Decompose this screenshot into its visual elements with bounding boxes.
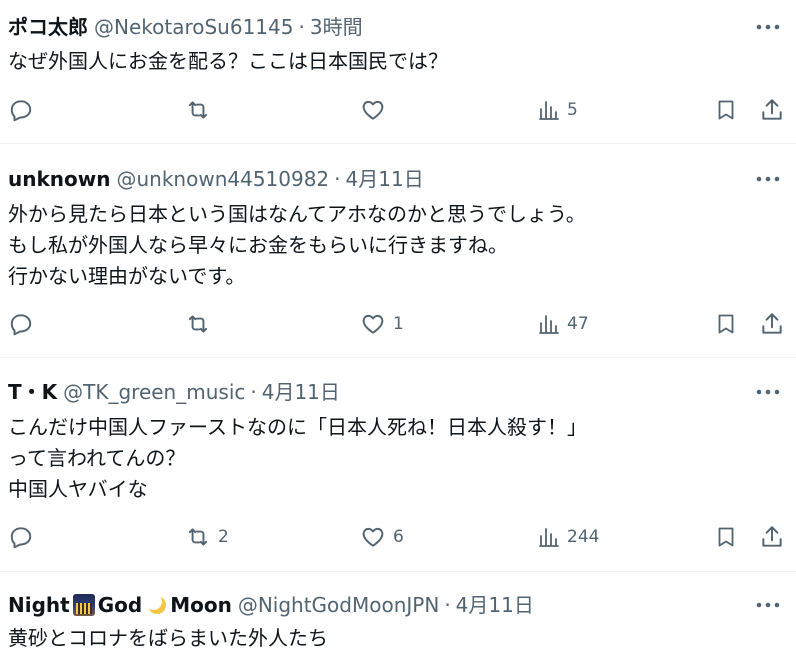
tweet[interactable]: unknown @unknown44510982 · 4月11日 外から見たら日… <box>0 144 796 358</box>
view-count: 47 <box>567 314 589 334</box>
share-button[interactable] <box>759 522 785 552</box>
reply-feed: ポコ太郎 @NekotaroSu61145 · 3時間 なぜ外国人にお金を配る？… <box>0 0 796 659</box>
heart-icon <box>362 527 384 547</box>
tweet[interactable]: Night God Moon @NightGodMoonJPN · 4月11日 … <box>0 572 796 659</box>
bookmark-button[interactable] <box>714 309 738 339</box>
display-name-part[interactable]: Moon <box>170 592 232 618</box>
tweet-header: T・K @TK_green_music · 4月11日 <box>8 379 340 405</box>
user-handle[interactable]: @NightGodMoonJPN <box>238 592 439 618</box>
share-icon <box>762 99 782 120</box>
separator: · <box>250 380 257 404</box>
tweet-text: こんだけ中国人ファーストなのに「日本人死ね！日本人殺す！」 って言われてんの？ … <box>8 415 587 501</box>
like-button[interactable] <box>359 95 393 125</box>
like-count: 1 <box>393 314 404 334</box>
more-icon <box>756 602 780 608</box>
views-icon <box>539 528 559 547</box>
retweet-button[interactable] <box>184 309 218 339</box>
retweet-icon <box>188 101 208 119</box>
heart-icon <box>362 314 384 334</box>
share-icon <box>762 313 782 334</box>
like-button[interactable]: 1 <box>359 309 404 339</box>
display-name[interactable]: unknown <box>8 166 110 192</box>
display-name[interactable]: ポコ太郎 <box>8 14 88 40</box>
separator: · <box>334 167 341 191</box>
tweet-text: 外から見たら日本という国はなんてアホなのかと思うでしょう。 もし私が外国人なら早… <box>8 202 586 288</box>
action-bar: 2 6 244 <box>0 522 796 552</box>
more-icon <box>756 176 780 182</box>
like-button[interactable]: 6 <box>359 522 404 552</box>
view-count: 5 <box>567 100 578 120</box>
tweet-header: ポコ太郎 @NekotaroSu61145 · 3時間 <box>8 14 363 40</box>
views-button[interactable]: 244 <box>537 522 599 552</box>
more-button[interactable] <box>754 379 782 405</box>
bookmark-button[interactable] <box>714 95 738 125</box>
share-button[interactable] <box>759 309 785 339</box>
tweet-text: 黄砂とコロナをばらまいた外人たち <box>8 626 328 650</box>
bookmark-icon <box>718 314 734 334</box>
user-handle[interactable]: @TK_green_music <box>63 379 245 405</box>
share-icon <box>762 526 782 547</box>
tweet-header: unknown @unknown44510982 · 4月11日 <box>8 166 424 192</box>
retweet-button[interactable]: 2 <box>184 522 229 552</box>
display-name-part[interactable]: God <box>98 592 142 618</box>
user-handle[interactable]: @NekotaroSu61145 <box>94 14 293 40</box>
tweet[interactable]: ポコ太郎 @NekotaroSu61145 · 3時間 なぜ外国人にお金を配る？… <box>0 0 796 144</box>
tweet-text: なぜ外国人にお金を配る？ここは日本国民では？ <box>8 49 448 73</box>
reply-button[interactable] <box>8 522 34 552</box>
heart-icon <box>362 100 384 120</box>
action-bar: 1 47 <box>0 309 796 339</box>
views-button[interactable]: 47 <box>537 309 589 339</box>
display-name[interactable]: T・K <box>8 379 57 405</box>
retweet-icon <box>188 528 208 546</box>
more-icon <box>756 389 780 395</box>
like-count: 6 <box>393 527 404 547</box>
views-button[interactable]: 5 <box>537 95 578 125</box>
night-city-emoji <box>72 594 95 616</box>
timestamp[interactable]: 4月11日 <box>456 592 534 618</box>
tweet[interactable]: T・K @TK_green_music · 4月11日 こんだけ中国人ファースト… <box>0 358 796 572</box>
separator: · <box>444 593 451 617</box>
bookmark-icon <box>718 100 734 120</box>
tweet-header: Night God Moon @NightGodMoonJPN · 4月11日 <box>8 592 534 618</box>
more-button[interactable] <box>754 14 782 40</box>
bookmark-icon <box>718 527 734 547</box>
reply-icon <box>10 527 32 549</box>
reply-button[interactable] <box>8 309 34 339</box>
user-handle[interactable]: @unknown44510982 <box>116 166 329 192</box>
retweet-icon <box>188 315 208 333</box>
retweet-count: 2 <box>218 527 229 547</box>
timestamp[interactable]: 3時間 <box>310 14 363 40</box>
timestamp[interactable]: 4月11日 <box>346 166 424 192</box>
more-button[interactable] <box>754 592 782 618</box>
retweet-button[interactable] <box>184 95 218 125</box>
action-bar: 5 <box>0 95 796 125</box>
display-name-part[interactable]: Night <box>8 592 70 618</box>
views-icon <box>539 315 559 334</box>
crescent-moon-emoji <box>145 593 167 616</box>
reply-icon <box>10 314 32 336</box>
view-count: 244 <box>567 527 600 547</box>
separator: · <box>298 15 305 39</box>
views-icon <box>539 101 559 120</box>
more-icon <box>756 24 780 30</box>
share-button[interactable] <box>759 95 785 125</box>
reply-button[interactable] <box>8 95 34 125</box>
reply-icon <box>10 100 32 122</box>
bookmark-button[interactable] <box>714 522 738 552</box>
timestamp[interactable]: 4月11日 <box>262 379 340 405</box>
more-button[interactable] <box>754 166 782 192</box>
